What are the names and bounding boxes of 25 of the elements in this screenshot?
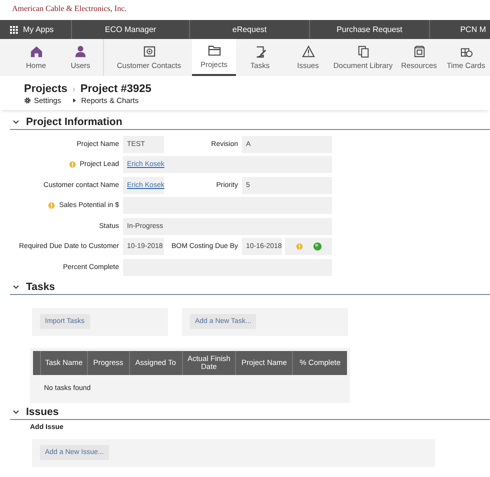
caret-icon xyxy=(71,97,78,104)
breadcrumb-link[interactable]: Projects xyxy=(24,83,68,95)
info-icon xyxy=(68,161,76,168)
warning-icon xyxy=(302,45,314,58)
info-icon xyxy=(48,202,56,210)
app-link[interactable]: PCN M xyxy=(430,20,490,39)
company-logo: American Cable & Electronics, Inc. xyxy=(11,3,127,15)
box-icon xyxy=(412,45,426,58)
chevron-icon xyxy=(12,282,20,290)
section-header[interactable]: Issues xyxy=(10,406,490,420)
document-icon xyxy=(356,45,370,58)
section-header[interactable]: Project Information xyxy=(10,116,490,130)
info-icon xyxy=(296,243,303,250)
status-dot-icon xyxy=(313,242,322,252)
apps-grid-icon xyxy=(10,26,18,34)
chevron-icon xyxy=(12,118,20,126)
contact-card-icon xyxy=(142,45,156,58)
chevron-icon xyxy=(12,408,20,416)
user-icon xyxy=(74,45,87,58)
gear-icon xyxy=(24,97,31,104)
folder-icon xyxy=(208,44,220,57)
breadcrumb-separator: › xyxy=(72,84,76,94)
home-icon xyxy=(30,45,42,58)
page-title: Project #3925 xyxy=(80,83,152,95)
section-header[interactable]: Tasks xyxy=(10,280,490,294)
